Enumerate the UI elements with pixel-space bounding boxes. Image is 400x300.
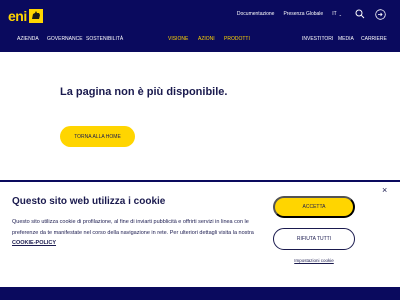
- main-nav: AZIENDA GOVERNANCE SOSTENIBILITÀ VISIONE…: [0, 36, 400, 48]
- footer-band: [0, 287, 400, 300]
- nav-carriere[interactable]: CARRIERE: [361, 36, 387, 42]
- language-label: IT: [332, 11, 337, 17]
- reject-all-button[interactable]: RIFIUTA TUTTI: [273, 228, 355, 250]
- back-home-button[interactable]: TORNA ALLA HOME: [60, 126, 135, 147]
- eni-logo[interactable]: eni: [8, 8, 43, 24]
- nav-media[interactable]: MEDIA: [338, 36, 354, 42]
- cookie-description: Questo sito utilizza cookie di profilazi…: [12, 217, 262, 249]
- chevron-down-icon: ⌄: [338, 11, 342, 17]
- site-header: eni Documentazione Presenza Globale IT ⌄…: [0, 0, 400, 52]
- cookie-text: Questo sito utilizza cookie di profilazi…: [12, 219, 254, 236]
- logo-text: eni: [8, 8, 27, 24]
- nav-azioni[interactable]: AZIONI: [198, 36, 215, 42]
- accept-cookies-button[interactable]: ACCETTA: [273, 196, 355, 218]
- cookie-settings-link[interactable]: Impostazioni cookie: [273, 258, 355, 263]
- close-icon[interactable]: ×: [382, 186, 387, 195]
- top-utility-bar: Documentazione Presenza Globale IT ⌄: [237, 6, 386, 22]
- login-icon[interactable]: [374, 8, 386, 20]
- page-title: La pagina non è più disponibile.: [60, 86, 228, 98]
- six-legged-dog-icon: [28, 9, 43, 23]
- nav-sostenibilita[interactable]: SOSTENIBILITÀ: [86, 36, 123, 42]
- search-icon[interactable]: [354, 8, 366, 20]
- nav-governance[interactable]: GOVERNANCE: [47, 36, 83, 42]
- nav-prodotti[interactable]: PRODOTTI: [224, 36, 250, 42]
- cookie-policy-link[interactable]: COOKIE-POLICY: [12, 240, 56, 246]
- nav-investitori[interactable]: INVESTITORI: [302, 36, 333, 42]
- nav-visione[interactable]: VISIONE: [168, 36, 188, 42]
- link-documentazione[interactable]: Documentazione: [237, 11, 275, 17]
- language-selector[interactable]: IT ⌄: [332, 11, 342, 17]
- link-presenza-globale[interactable]: Presenza Globale: [283, 11, 323, 17]
- nav-azienda[interactable]: AZIENDA: [17, 36, 39, 42]
- cookie-title: Questo sito web utilizza i cookie: [12, 196, 166, 207]
